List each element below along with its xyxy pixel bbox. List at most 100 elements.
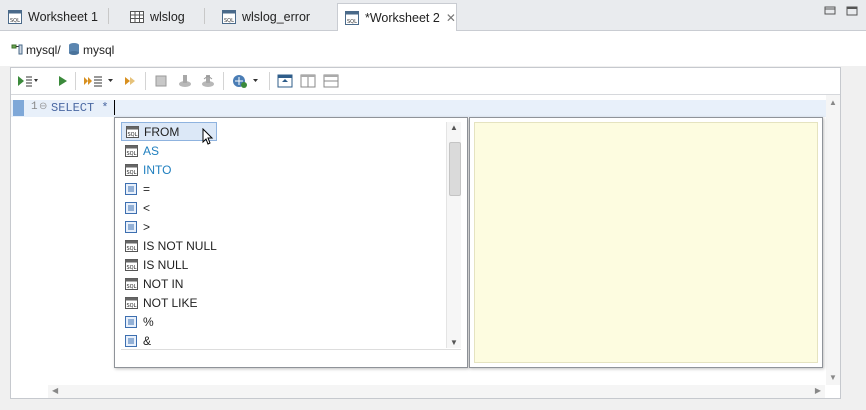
sql-code-line[interactable]: SELECT * <box>51 101 109 115</box>
tab-divider <box>204 8 205 24</box>
connection-icon <box>11 44 23 55</box>
tab-worksheet-1[interactable]: SQL Worksheet 1 <box>8 4 98 30</box>
scroll-down-icon[interactable]: ▼ <box>450 338 458 347</box>
operator-icon <box>125 220 137 233</box>
database-name[interactable]: mysql <box>83 43 114 57</box>
tab-label: Worksheet 1 <box>28 10 98 24</box>
completion-item[interactable]: > <box>121 217 443 236</box>
connection-breadcrumb: mysql/ mysql <box>0 31 866 66</box>
svg-text:SQL: SQL <box>10 18 20 24</box>
tab-label: wlslog_error <box>242 10 311 24</box>
svg-text:SQL: SQL <box>224 18 234 24</box>
completion-item[interactable]: SQL NOT LIKE <box>121 293 443 312</box>
sql-keyword-icon: SQL <box>125 258 138 271</box>
completion-item-label: IS NULL <box>143 257 189 272</box>
completion-scrollbar[interactable]: ▲ ▼ <box>446 122 461 348</box>
operator-icon <box>125 315 137 328</box>
completion-item[interactable]: < <box>121 198 443 217</box>
connection-path[interactable]: mysql/ <box>26 43 61 57</box>
sql-keyword-icon: SQL <box>125 144 138 157</box>
line-marker <box>13 100 24 116</box>
run-icon[interactable] <box>55 73 71 89</box>
scroll-up-icon[interactable]: ▲ <box>450 123 458 132</box>
rollback-icon[interactable] <box>200 73 216 89</box>
editor-gutter <box>11 95 47 385</box>
tab-worksheet-2[interactable]: SQL *Worksheet 2 ✕ <box>337 3 457 31</box>
text-caret <box>114 100 115 115</box>
editor-toolbar <box>11 68 840 95</box>
operator-icon <box>125 201 137 214</box>
completion-documentation-popup <box>469 117 823 368</box>
toolbar-divider <box>145 72 146 90</box>
sql-worksheet-icon: SQL <box>345 10 359 25</box>
execute-script-icon[interactable] <box>83 73 117 89</box>
close-icon[interactable]: ✕ <box>446 11 456 25</box>
mouse-pointer-icon <box>202 128 214 145</box>
toolbar-divider <box>223 72 224 90</box>
completion-item-label: NOT LIKE <box>143 295 198 310</box>
completion-item[interactable]: % <box>121 312 443 331</box>
sql-keyword-icon: SQL <box>125 296 138 309</box>
completion-item[interactable]: SQL INTO <box>121 160 443 179</box>
step-icon[interactable] <box>123 73 139 89</box>
maximize-icon[interactable] <box>846 6 858 16</box>
scroll-right-icon[interactable]: ▶ <box>815 386 821 395</box>
completion-item-label: > <box>143 219 151 234</box>
tab-label: *Worksheet 2 <box>365 10 440 25</box>
split-vertical-icon[interactable] <box>300 73 316 89</box>
sql-keyword-icon: SQL <box>125 163 138 176</box>
sql-worksheet-icon: SQL <box>222 10 236 24</box>
completion-item[interactable]: SQL NOT IN <box>121 274 443 293</box>
fold-icon[interactable]: ⊖ <box>39 101 47 112</box>
completion-item-label: INTO <box>143 162 172 177</box>
maximize-editor-icon[interactable] <box>277 73 293 89</box>
editor-horizontal-scrollbar[interactable]: ◀ ▶ <box>48 385 825 398</box>
operator-icon <box>125 334 137 347</box>
completion-item[interactable]: = <box>121 179 443 198</box>
svg-text:SQL: SQL <box>127 170 137 176</box>
svg-text:SQL: SQL <box>128 132 138 138</box>
completion-footer <box>121 349 461 362</box>
execute-statement-icon[interactable] <box>17 73 39 89</box>
completion-item[interactable]: SQL AS <box>121 141 443 160</box>
completion-item-label: % <box>143 314 154 329</box>
svg-text:SQL: SQL <box>127 151 137 157</box>
tab-divider <box>108 8 109 24</box>
editor-tab-bar: SQL Worksheet 1 wlslog SQL wlslog_error … <box>0 0 866 31</box>
tab-wlslog[interactable]: wlslog <box>130 4 185 30</box>
completion-item[interactable]: SQL IS NOT NULL <box>121 236 443 255</box>
code-completion-popup: SQL FROM SQL AS SQL INTO = < > SQL IS NOT NULL SQL I… <box>114 117 468 368</box>
scroll-left-icon[interactable]: ◀ <box>52 386 58 395</box>
sql-keyword-icon: SQL <box>126 125 139 138</box>
split-horizontal-icon[interactable] <box>323 73 339 89</box>
toolbar-divider <box>269 72 270 90</box>
sql-keyword-icon: SQL <box>125 239 138 252</box>
completion-item-label: FROM <box>144 124 180 139</box>
table-icon <box>130 11 144 23</box>
current-line-highlight <box>11 100 826 117</box>
commit-icon[interactable] <box>177 73 193 89</box>
stop-icon[interactable] <box>153 73 169 89</box>
scroll-thumb[interactable] <box>449 142 461 196</box>
completion-item-label: < <box>143 200 151 215</box>
svg-text:SQL: SQL <box>127 303 137 309</box>
scroll-up-icon[interactable]: ▲ <box>829 98 837 107</box>
completion-item-label: NOT IN <box>143 276 184 291</box>
completion-item-label: & <box>143 333 152 348</box>
completion-item[interactable]: & <box>121 331 443 348</box>
completion-item[interactable]: SQL IS NULL <box>121 255 443 274</box>
svg-text:SQL: SQL <box>347 19 357 25</box>
scroll-down-icon[interactable]: ▼ <box>829 373 837 382</box>
minimize-icon[interactable] <box>824 6 836 16</box>
tab-label: wlslog <box>150 10 185 24</box>
editor-vertical-scrollbar[interactable]: ▲ ▼ <box>826 95 840 385</box>
completion-list: SQL FROM SQL AS SQL INTO = < > SQL IS NOT NULL SQL I… <box>121 122 443 348</box>
transaction-mode-icon[interactable] <box>231 73 263 89</box>
svg-text:SQL: SQL <box>127 284 137 290</box>
toolbar-divider <box>75 72 76 90</box>
documentation-area <box>474 122 818 363</box>
tab-wlslog-error[interactable]: SQL wlslog_error <box>222 4 310 30</box>
completion-item-label: AS <box>143 143 160 158</box>
operator-icon <box>125 182 137 195</box>
sql-worksheet-icon: SQL <box>8 10 22 24</box>
